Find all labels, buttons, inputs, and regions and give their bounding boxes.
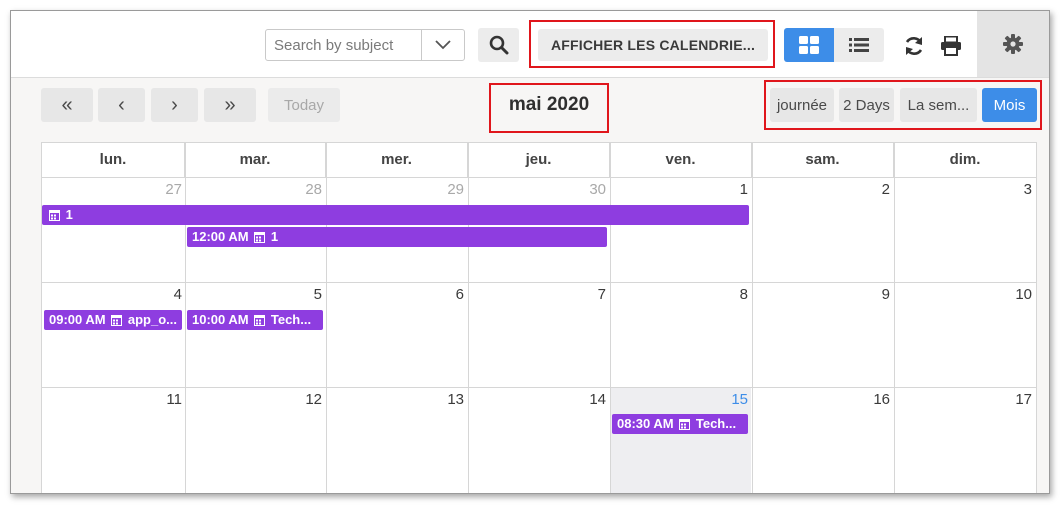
first-page-button[interactable]: « xyxy=(41,88,93,122)
app-window: AFFICHER LES CALENDRIE... xyxy=(10,10,1050,494)
calendar-event[interactable]: 1 xyxy=(42,205,749,225)
weekday-header: jeu. xyxy=(468,143,610,177)
event-time: 10:00 AM xyxy=(192,312,249,327)
weekday-header: sam. xyxy=(752,143,894,177)
range-two-days-button[interactable]: 2 Days xyxy=(839,88,894,122)
day-number[interactable]: 10 xyxy=(992,286,1032,303)
event-label: 1 xyxy=(270,229,279,244)
event-label: Tech... xyxy=(695,416,737,431)
grid-line xyxy=(42,177,1036,178)
refresh-icon xyxy=(905,37,923,55)
grid-line xyxy=(894,143,895,493)
day-number[interactable]: 9 xyxy=(850,286,890,303)
event-time: 12:00 AM xyxy=(192,229,249,244)
grid-line xyxy=(326,143,327,493)
day-number[interactable]: 5 xyxy=(282,286,322,303)
grid-line xyxy=(610,143,611,493)
event-time: 09:00 AM xyxy=(49,312,106,327)
day-number[interactable]: 12 xyxy=(282,391,322,408)
day-number[interactable]: 17 xyxy=(992,391,1032,408)
calendar-icon xyxy=(49,207,60,225)
calendar-icon xyxy=(679,416,691,434)
day-number[interactable]: 1 xyxy=(708,181,748,198)
day-number[interactable]: 4 xyxy=(142,286,182,303)
last-page-button[interactable]: » xyxy=(204,88,256,122)
day-number[interactable]: 2 xyxy=(850,181,890,198)
grid-line xyxy=(752,143,753,493)
day-number-today[interactable]: 15 xyxy=(708,391,748,408)
grid-icon xyxy=(799,36,819,54)
search-input[interactable] xyxy=(266,30,424,60)
day-number[interactable]: 8 xyxy=(708,286,748,303)
day-number[interactable]: 28 xyxy=(282,181,322,198)
today-button[interactable]: Today xyxy=(268,88,340,122)
day-number[interactable]: 11 xyxy=(142,391,182,408)
calendar-event[interactable]: 10:00 AM Tech... xyxy=(187,310,323,330)
weekday-header: mar. xyxy=(185,143,326,177)
grid-line xyxy=(185,143,186,493)
day-number[interactable]: 6 xyxy=(424,286,464,303)
list-view-button[interactable] xyxy=(834,28,884,62)
top-toolbar: AFFICHER LES CALENDRIE... xyxy=(11,11,1049,78)
event-time: 08:30 AM xyxy=(617,416,674,431)
calendar-event[interactable]: 08:30 AM Tech... xyxy=(612,414,748,434)
month-calendar: lun. mar. mer. jeu. ven. sam. dim. 27 28… xyxy=(41,142,1037,493)
range-month-button[interactable]: Mois xyxy=(982,88,1037,122)
weekday-header: dim. xyxy=(949,151,981,168)
search-dropdown-button[interactable] xyxy=(421,30,464,60)
day-number[interactable]: 29 xyxy=(424,181,464,198)
settings-button[interactable] xyxy=(977,11,1049,77)
search-button[interactable] xyxy=(478,28,519,62)
calendar-icon xyxy=(111,312,123,330)
month-title: mai 2020 xyxy=(508,94,590,115)
calendar-event[interactable]: 12:00 AM 1 xyxy=(187,227,607,247)
calendar-icon xyxy=(254,312,266,330)
grid-line xyxy=(42,282,1036,283)
event-label: 1 xyxy=(65,207,73,222)
show-calendars-button[interactable]: AFFICHER LES CALENDRIE... xyxy=(538,29,768,61)
event-label: app_o... xyxy=(127,312,177,327)
list-icon xyxy=(849,38,869,52)
previous-button[interactable]: ‹ xyxy=(98,88,145,122)
event-label: Tech... xyxy=(270,312,312,327)
grid-view-button[interactable] xyxy=(784,28,834,62)
next-button[interactable]: › xyxy=(151,88,198,122)
range-day-button[interactable]: journée xyxy=(770,88,834,122)
day-number[interactable]: 16 xyxy=(850,391,890,408)
weekday-header: lun. xyxy=(42,143,185,177)
chevron-down-icon xyxy=(435,40,451,50)
gear-icon xyxy=(1003,34,1023,54)
day-number[interactable]: 13 xyxy=(424,391,464,408)
day-number[interactable]: 30 xyxy=(566,181,606,198)
calendar-icon xyxy=(254,229,266,247)
day-number[interactable]: 14 xyxy=(566,391,606,408)
grid-line xyxy=(468,143,469,493)
calendar-event[interactable]: 09:00 AM app_o... xyxy=(44,310,182,330)
grid-line xyxy=(42,387,1036,388)
print-button[interactable] xyxy=(935,31,967,61)
day-number[interactable]: 7 xyxy=(566,286,606,303)
search-icon xyxy=(489,35,508,55)
range-week-button[interactable]: La sem... xyxy=(900,88,977,122)
print-icon xyxy=(941,36,961,56)
day-number[interactable]: 3 xyxy=(992,181,1032,198)
day-number[interactable]: 27 xyxy=(142,181,182,198)
refresh-button[interactable] xyxy=(899,31,929,61)
search-box xyxy=(265,29,465,61)
weekday-header: ven. xyxy=(610,143,752,177)
weekday-header: mer. xyxy=(326,143,468,177)
